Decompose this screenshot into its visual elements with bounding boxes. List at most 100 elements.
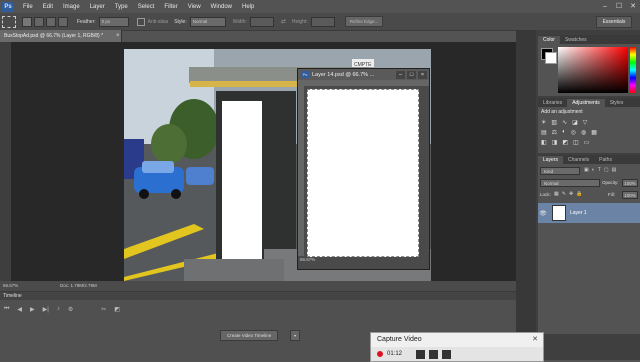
- minimize-icon[interactable]: –: [598, 0, 612, 12]
- posterize-icon[interactable]: ◨: [552, 139, 558, 146]
- opacity-input[interactable]: 100%: [622, 179, 638, 187]
- filter-type-icon[interactable]: T: [598, 167, 601, 173]
- layer-name[interactable]: Layer 1: [570, 210, 587, 216]
- menu-window[interactable]: Window: [206, 4, 237, 10]
- first-frame-icon[interactable]: ⏮: [4, 306, 9, 313]
- menu-select[interactable]: Select: [133, 4, 160, 10]
- style-select[interactable]: Normal: [189, 16, 226, 27]
- lock-image-icon[interactable]: ✎: [562, 191, 566, 197]
- blend-mode-select[interactable]: Normal: [540, 179, 600, 187]
- tab-layers[interactable]: Layers: [538, 156, 564, 164]
- document-tab[interactable]: BusStopAd.psd @ 66.7% (Layer 1, RGB/8) *: [0, 30, 122, 42]
- maximize-icon[interactable]: ☐: [612, 0, 626, 12]
- capture-close-icon[interactable]: ✕: [532, 333, 538, 347]
- capture-controls: 01:12: [371, 347, 543, 361]
- audio-icon[interactable]: ♪: [57, 306, 60, 313]
- width-input[interactable]: [249, 16, 274, 27]
- invert-icon[interactable]: ◧: [541, 139, 547, 146]
- record-icon[interactable]: [377, 351, 383, 357]
- pause-icon[interactable]: [429, 349, 439, 359]
- tab-styles[interactable]: Styles: [605, 99, 629, 107]
- prev-frame-icon[interactable]: ◀: [17, 306, 22, 313]
- menu-filter[interactable]: Filter: [159, 4, 182, 10]
- menu-help[interactable]: Help: [237, 4, 259, 10]
- curves-icon[interactable]: ∿: [562, 119, 567, 126]
- brightness-icon[interactable]: ☀: [541, 119, 546, 126]
- workspace-select[interactable]: Essentials: [596, 16, 632, 28]
- hue-sat-icon[interactable]: ▤: [541, 129, 547, 136]
- filter-shape-icon[interactable]: ▢: [604, 167, 609, 173]
- float-maximize-icon[interactable]: □: [407, 70, 416, 79]
- layer-row[interactable]: 👁 Layer 1: [538, 203, 640, 223]
- mic-icon[interactable]: [442, 349, 452, 359]
- create-video-timeline-button[interactable]: Create Video Timeline: [220, 330, 279, 341]
- exposure-icon[interactable]: ◪: [572, 119, 578, 126]
- next-frame-icon[interactable]: ▶|: [43, 306, 49, 313]
- gradient-map-icon[interactable]: ▭: [584, 139, 590, 146]
- background-color-swatch[interactable]: [545, 52, 557, 64]
- menu-type[interactable]: Type: [110, 4, 133, 10]
- settings-icon[interactable]: ⚙: [68, 306, 73, 313]
- menu-file[interactable]: File: [18, 4, 38, 10]
- antialias-checkbox[interactable]: [136, 17, 145, 26]
- tab-color[interactable]: Color: [538, 36, 560, 44]
- tab-swatches[interactable]: Swatches: [560, 36, 592, 44]
- menu-view[interactable]: View: [183, 4, 206, 10]
- play-icon[interactable]: ▶: [30, 306, 35, 313]
- filter-adjust-icon[interactable]: ◐: [592, 167, 595, 173]
- floating-document-window[interactable]: Ps Layer 14.psd @ 66.7% ... – □ × 66.67%: [297, 68, 430, 270]
- filter-kind-select[interactable]: Kind: [540, 167, 580, 175]
- timeline-dropdown-icon[interactable]: ▾: [290, 330, 300, 341]
- close-icon[interactable]: ✕: [626, 0, 640, 12]
- lock-all-icon[interactable]: 🔒: [576, 191, 582, 197]
- menu-edit[interactable]: Edit: [38, 4, 58, 10]
- tab-channels[interactable]: Channels: [563, 156, 594, 164]
- feather-input[interactable]: 0 px: [98, 16, 129, 27]
- stop-icon[interactable]: [416, 349, 426, 359]
- fill-input[interactable]: 100%: [622, 191, 638, 199]
- filter-pixel-icon[interactable]: ▣: [584, 167, 589, 173]
- color-picker-field[interactable]: [558, 47, 628, 93]
- new-selection-icon[interactable]: [22, 16, 32, 27]
- vibrance-icon[interactable]: ▽: [583, 119, 588, 126]
- levels-icon[interactable]: ▥: [551, 119, 557, 126]
- width-label: Width:: [232, 18, 247, 25]
- color-lookup-icon[interactable]: ▦: [591, 129, 597, 136]
- layer-canvas[interactable]: [307, 89, 419, 257]
- kind-label: Kind: [544, 169, 554, 174]
- close-tab-icon[interactable]: ×: [116, 33, 120, 39]
- menu-image[interactable]: Image: [58, 4, 85, 10]
- add-selection-icon[interactable]: [34, 16, 44, 27]
- bw-icon[interactable]: ◐: [562, 129, 566, 136]
- tab-libraries[interactable]: Libraries: [538, 99, 567, 107]
- capture-video-window[interactable]: Capture Video ✕ 01:12: [370, 332, 544, 362]
- transition-icon[interactable]: ◩: [114, 306, 120, 313]
- selective-color-icon[interactable]: ◫: [573, 139, 579, 146]
- split-icon[interactable]: ✂: [101, 306, 106, 313]
- opacity-label: Opacity:: [602, 180, 619, 185]
- threshold-icon[interactable]: ◩: [562, 139, 568, 146]
- color-balance-icon[interactable]: ⚖: [552, 129, 557, 136]
- color-panel: [538, 44, 640, 96]
- visibility-eye-icon[interactable]: 👁: [538, 210, 548, 217]
- fill-label: Fill:: [608, 192, 615, 197]
- filter-smart-icon[interactable]: ▤: [612, 167, 617, 173]
- hue-slider[interactable]: [630, 47, 636, 93]
- channel-mixer-icon[interactable]: ◍: [581, 129, 586, 136]
- photo-filter-icon[interactable]: ◎: [571, 129, 576, 136]
- tab-paths[interactable]: Paths: [594, 156, 617, 164]
- lock-position-icon[interactable]: ✥: [569, 191, 573, 197]
- floating-window-titlebar[interactable]: Ps Layer 14.psd @ 66.7% ... – □ ×: [298, 69, 429, 80]
- swap-icon[interactable]: ⇄: [281, 18, 286, 25]
- float-close-icon[interactable]: ×: [418, 70, 427, 79]
- intersect-selection-icon[interactable]: [58, 16, 68, 27]
- height-input[interactable]: [310, 16, 335, 27]
- marquee-tool-icon[interactable]: [2, 15, 16, 28]
- lock-transparency-icon[interactable]: ▦: [554, 191, 559, 197]
- menu-layer[interactable]: Layer: [85, 4, 110, 10]
- tab-adjustments[interactable]: Adjustments: [567, 99, 605, 107]
- float-minimize-icon[interactable]: –: [396, 70, 405, 79]
- subtract-selection-icon[interactable]: [46, 16, 56, 27]
- zoom-level[interactable]: 66.67%: [3, 281, 18, 291]
- refine-edge-button[interactable]: Refine Edge...: [344, 16, 384, 27]
